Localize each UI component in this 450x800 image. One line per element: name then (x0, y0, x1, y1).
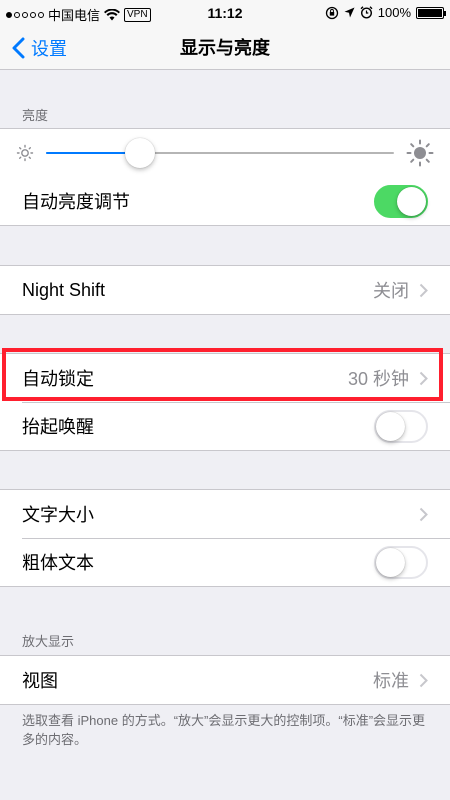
zoom-group: 视图 标准 (0, 655, 450, 705)
page-title: 显示与亮度 (180, 38, 270, 58)
raise-to-wake-toggle[interactable] (374, 409, 428, 443)
raise-to-wake-label: 抬起唤醒 (22, 417, 94, 437)
battery-icon (416, 6, 446, 19)
text-size-row[interactable]: 文字大小 (0, 490, 450, 538)
night-shift-row[interactable]: Night Shift 关闭 (0, 266, 450, 314)
auto-lock-label: 自动锁定 (22, 369, 94, 389)
status-bar: 中国电信 VPN 11:12 100% (0, 0, 450, 26)
bold-text-label: 粗体文本 (22, 553, 94, 573)
raise-to-wake-row: 抬起唤醒 (0, 402, 450, 450)
brightness-slider[interactable] (46, 138, 394, 168)
brightness-group: 自动亮度调节 (0, 128, 450, 226)
chevron-right-icon (419, 507, 428, 521)
status-right: 100% (325, 5, 446, 20)
view-label: 视图 (22, 671, 58, 691)
battery-percent: 100% (377, 5, 411, 20)
night-shift-label: Night Shift (22, 279, 106, 300)
brightness-slider-row (0, 129, 450, 177)
chevron-right-icon (419, 673, 428, 687)
view-row[interactable]: 视图 标准 (0, 656, 450, 704)
auto-lock-row[interactable]: 自动锁定 30 秒钟 (0, 354, 450, 402)
view-value: 标准 (373, 671, 409, 691)
auto-brightness-row: 自动亮度调节 (0, 177, 450, 225)
night-shift-group: Night Shift 关闭 (0, 265, 450, 315)
location-icon (344, 7, 355, 18)
zoom-footer-note: 选取查看 iPhone 的方式。“放大”会显示更大的控制项。“标准”会显示更多的… (22, 713, 426, 747)
text-group: 文字大小 粗体文本 (0, 489, 450, 587)
chevron-right-icon (419, 371, 428, 385)
night-shift-value: 关闭 (373, 281, 409, 301)
chevron-right-icon (419, 283, 428, 297)
text-size-label: 文字大小 (22, 505, 94, 525)
brightness-slider-thumb[interactable] (124, 138, 155, 168)
rotation-lock-icon (325, 6, 338, 19)
brightness-header: 亮度 (22, 108, 49, 123)
navigation-bar: 设置 显示与亮度 (0, 26, 450, 70)
bold-text-toggle[interactable] (374, 545, 428, 579)
zoom-header: 放大显示 (22, 634, 75, 649)
lock-group: 自动锁定 30 秒钟 抬起唤醒 (0, 353, 450, 451)
sun-large-icon (406, 139, 434, 167)
alarm-icon (360, 6, 373, 19)
auto-brightness-toggle[interactable] (374, 184, 428, 218)
sun-small-icon (16, 144, 34, 162)
auto-brightness-label: 自动亮度调节 (22, 192, 130, 212)
auto-lock-value: 30 秒钟 (347, 369, 409, 389)
bold-text-row: 粗体文本 (0, 538, 450, 586)
